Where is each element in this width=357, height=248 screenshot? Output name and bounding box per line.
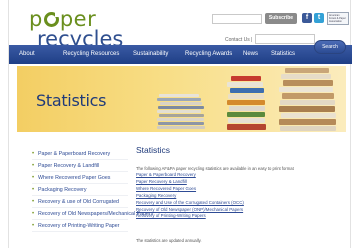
sidebar-item-where-goes[interactable]: Where Recovered Paper Goes <box>32 172 128 184</box>
nav-sustainability[interactable]: Sustainability <box>133 45 168 64</box>
subscribe-button[interactable]: Subscribe <box>265 13 297 24</box>
intro-text: The following AF&PA paper recycling stat… <box>136 166 294 171</box>
nav-news[interactable]: News <box>243 45 258 64</box>
sidebar-item-packaging[interactable]: Packaging Recovery <box>32 184 128 196</box>
sidebar-item-landfill[interactable]: Paper Recovery & Landfill <box>32 160 128 172</box>
search-input[interactable] <box>255 34 315 44</box>
nav-recycling-awards[interactable]: Recycling Awards <box>185 45 232 64</box>
sidebar-item-printing-writing[interactable]: Recovery of Printing-Writing Paper <box>32 220 128 232</box>
nav-statistics[interactable]: Statistics <box>271 45 295 64</box>
stat-link[interactable]: Recovery and Use of the Corrugated Conta… <box>136 200 244 207</box>
stat-link[interactable]: Paper Recovery & Landfill <box>136 179 244 186</box>
page-title: Statistics <box>136 145 171 155</box>
stat-link[interactable]: Paper & Paperboard Recovery <box>136 172 244 179</box>
paper-stack-image <box>157 94 205 130</box>
association-logo[interactable]: American Forest & Paper Association <box>327 12 349 25</box>
sidebar-nav: Paper & Paperboard Recovery Paper Recove… <box>32 148 153 232</box>
contact-link[interactable]: Contact Us | <box>225 37 252 43</box>
cardboard-stack-image <box>279 68 337 132</box>
search-button[interactable]: Search <box>314 40 346 54</box>
twitter-icon[interactable]: t <box>314 13 324 23</box>
update-note: The statistics are updated annually. <box>136 238 202 243</box>
sidebar-item-newspapers[interactable]: Recovery of Old Newspapers/Mechanical Pa… <box>32 208 153 220</box>
stat-link[interactable]: Packaging Recovery <box>136 193 244 200</box>
subscribe-email-input[interactable] <box>212 14 262 24</box>
stat-link[interactable]: Where Recovered Paper Goes <box>136 186 244 193</box>
facebook-icon[interactable]: f <box>302 13 312 23</box>
statistics-links: Paper & Paperboard Recovery Paper Recove… <box>136 172 244 220</box>
sidebar-item-paper-recovery[interactable]: Paper & Paperboard Recovery <box>32 148 128 160</box>
sidebar-item-corrugated[interactable]: Recovery & use of Old Corrugated <box>32 196 128 208</box>
banner-title: Statistics <box>36 91 107 110</box>
page: p per recycles Subscribe f t American For… <box>8 0 352 248</box>
magazine-stack-image <box>227 76 267 132</box>
nav-about[interactable]: About <box>19 45 35 64</box>
recycle-icon <box>43 12 60 27</box>
stat-link[interactable]: Recovery of Old Newspaper (ONP)/Mechanic… <box>136 207 244 214</box>
main-nav: About Recycling Resources Sustainability… <box>9 45 352 64</box>
paper-recycles-logo[interactable]: p per recycles <box>29 9 123 50</box>
stat-link[interactable]: Recovery of Printing-Writing Papers <box>136 213 244 220</box>
nav-recycling-resources[interactable]: Recycling Resources <box>63 45 119 64</box>
